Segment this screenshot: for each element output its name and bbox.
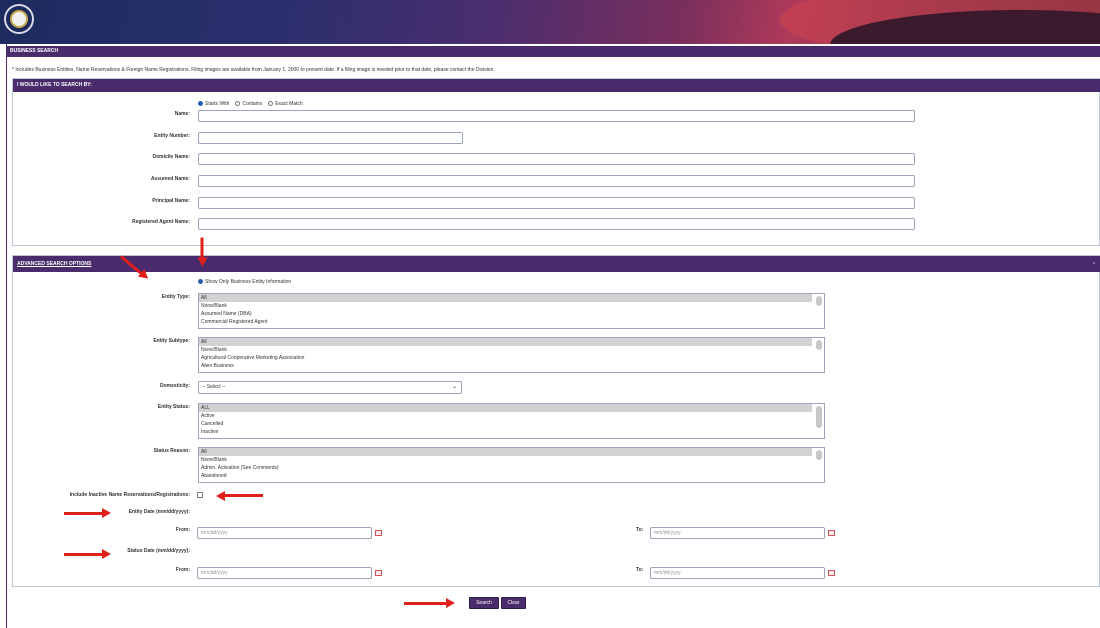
status-reason-label: Status Reason: [153, 448, 190, 454]
assumed-name-input[interactable] [198, 175, 915, 187]
entity-subtype-label: Entity Subtype: [153, 338, 190, 344]
radio-selected-icon [198, 101, 203, 106]
notice-text: * Includes Business Entities, Name Reser… [12, 67, 495, 73]
entity-date-from-input[interactable]: mm/dd/yyyy [197, 527, 372, 539]
entity-number-label: Entity Number: [154, 133, 190, 139]
calendar-icon[interactable] [828, 530, 835, 536]
list-option[interactable]: All [199, 338, 812, 346]
list-option[interactable]: None/Blank [199, 346, 824, 354]
list-option[interactable]: Alien Business [199, 362, 824, 370]
entity-date-from-label: From: [175, 527, 190, 533]
list-option[interactable]: None/Blank [199, 302, 824, 310]
radio-contains[interactable]: Contains [235, 101, 262, 107]
search-button[interactable]: Search [469, 597, 499, 609]
list-option[interactable]: Inactive [199, 428, 824, 436]
state-seal-logo[interactable] [4, 4, 34, 34]
scrollbar[interactable] [816, 340, 822, 350]
status-reason-listbox[interactable]: All None/Blank Admin. Activation (See Co… [198, 447, 825, 483]
assumed-name-label: Assumed Name: [150, 176, 190, 182]
list-option[interactable]: All [199, 294, 812, 302]
match-options: Starts With Contains Exact Match [198, 101, 303, 107]
status-date-label: Status Date (mm/dd/yyyy): [127, 548, 190, 554]
principal-name-input[interactable] [198, 197, 915, 209]
show-only-option[interactable]: Show Only Business Entity Information [198, 279, 291, 285]
domicile-name-label: Domicile Name: [152, 154, 190, 160]
radio-icon [268, 101, 274, 106]
calendar-icon[interactable] [828, 570, 835, 576]
list-option[interactable]: Abandoned [199, 472, 824, 480]
entity-status-label: Entity Status: [157, 404, 190, 410]
header-banner [0, 0, 1100, 44]
annotation-arrow-icon [223, 494, 263, 497]
list-option[interactable]: Cancelled [199, 420, 824, 428]
list-option[interactable]: Admin. Activation (See Comments) [199, 464, 824, 472]
status-date-from-input[interactable]: mm/dd/yyyy [197, 567, 372, 579]
scrollbar[interactable] [816, 450, 822, 460]
collapse-icon[interactable]: - [1093, 256, 1095, 272]
calendar-icon[interactable] [375, 570, 382, 576]
chevron-down-icon: ⌄ [451, 384, 457, 390]
registered-agent-name-input[interactable] [198, 218, 915, 230]
name-label: Name: [174, 111, 190, 117]
include-inactive-label: Include Inactive Name Reservations/Regis… [69, 492, 190, 498]
list-option[interactable]: Active [199, 412, 824, 420]
list-option[interactable]: All [199, 448, 812, 456]
radio-icon [235, 101, 241, 106]
advanced-search-header: ADVANCED SEARCH OPTIONS - [13, 256, 1100, 272]
entity-date-to-label: To: [636, 527, 644, 533]
status-date-to-label: To: [636, 567, 644, 573]
annotation-arrow-icon [404, 598, 455, 608]
search-by-header: I WOULD LIKE TO SEARCH BY: [13, 79, 1100, 92]
calendar-icon[interactable] [375, 530, 382, 536]
scrollbar[interactable] [816, 296, 822, 306]
annotation-arrow-icon [200, 237, 204, 260]
advanced-search-toggle[interactable]: ADVANCED SEARCH OPTIONS [17, 261, 91, 267]
list-option[interactable]: Agricultural Cooperative Marketing Assoc… [199, 354, 824, 362]
annotation-arrow-icon [64, 508, 111, 518]
registered-agent-name-label: Registered Agent Name: [132, 219, 190, 225]
include-inactive-checkbox[interactable] [197, 492, 203, 498]
status-date-to-input[interactable]: mm/dd/yyyy [650, 567, 825, 579]
name-input[interactable] [198, 110, 915, 122]
entity-subtype-listbox[interactable]: All None/Blank Agricultural Cooperative … [198, 337, 825, 373]
entity-date-to-input[interactable]: mm/dd/yyyy [650, 527, 825, 539]
radio-starts-with[interactable]: Starts With [198, 101, 229, 107]
list-option[interactable]: None/Blank [199, 456, 824, 464]
entity-date-label: Entity Date (mm/dd/yyyy): [128, 509, 190, 515]
domesticity-select[interactable]: -- Select -- ⌄ [198, 381, 462, 394]
domicile-name-input[interactable] [198, 153, 915, 165]
entity-status-listbox[interactable]: ALL Active Cancelled Inactive [198, 403, 825, 439]
scrollbar[interactable] [816, 406, 822, 428]
clear-button[interactable]: Clear [501, 597, 526, 609]
domesticity-label: Domesticity: [159, 383, 190, 389]
annotation-arrow-icon [64, 549, 111, 559]
business-search-bar: BUSINESS SEARCH [6, 46, 1100, 57]
list-option[interactable]: Commercial Registered Agent [199, 318, 824, 326]
radio-selected-icon [198, 279, 203, 284]
entity-number-input[interactable] [198, 132, 463, 144]
status-date-from-label: From: [175, 567, 190, 573]
list-option[interactable]: ALL [199, 404, 812, 412]
list-option[interactable]: Assumed Name (DBA) [199, 310, 824, 318]
entity-type-label: Entity Type: [161, 294, 190, 300]
entity-type-listbox[interactable]: All None/Blank Assumed Name (DBA) Commer… [198, 293, 825, 329]
principal-name-label: Principal Name: [152, 198, 190, 204]
radio-exact-match[interactable]: Exact Match [268, 101, 303, 107]
